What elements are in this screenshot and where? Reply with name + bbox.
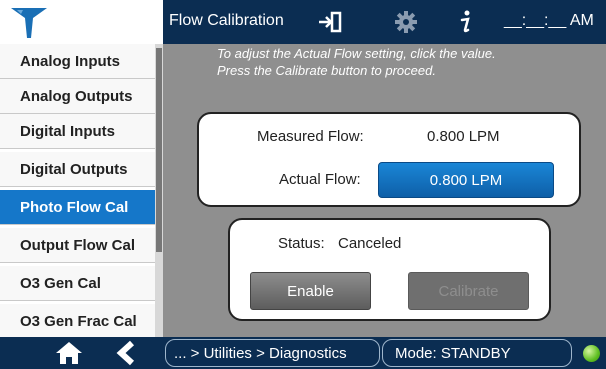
sidebar-item-label: Photo Flow Cal — [20, 198, 129, 216]
sidebar-scroll-thumb[interactable] — [156, 48, 162, 252]
login-button[interactable] — [315, 8, 345, 36]
back-icon — [116, 340, 135, 366]
main-content: To adjust the Actual Flow setting, click… — [163, 44, 606, 337]
settings-button[interactable] — [391, 8, 421, 36]
home-button[interactable] — [54, 340, 84, 366]
logo — [0, 0, 163, 44]
measured-flow-label: Measured Flow: — [257, 128, 364, 145]
home-icon — [56, 342, 82, 364]
gear-icon — [395, 11, 417, 33]
sidebar-item-label: O3 Gen Frac Cal — [20, 312, 137, 330]
flow-panel: Measured Flow: 0.800 LPM Actual Flow: 0.… — [197, 112, 581, 207]
login-icon — [319, 11, 342, 33]
logo-icon — [11, 8, 47, 38]
status-led-icon — [583, 345, 600, 362]
sidebar-item-analog-outputs[interactable]: Analog Outputs — [0, 79, 155, 114]
sidebar-item-photo-flow-cal[interactable]: Photo Flow Cal — [0, 190, 155, 225]
sidebar-item-output-flow-cal[interactable]: Output Flow Cal — [0, 228, 155, 263]
mode-indicator: Mode: STANDBY — [382, 339, 572, 367]
sidebar-item-digital-inputs[interactable]: Digital Inputs — [0, 114, 155, 149]
back-button[interactable] — [114, 340, 138, 366]
sidebar-item-digital-outputs[interactable]: Digital Outputs — [0, 152, 155, 187]
calibrate-button[interactable]: Calibrate — [408, 272, 529, 310]
info-button[interactable] — [451, 8, 481, 36]
sidebar-item-o3-gen-frac-cal[interactable]: O3 Gen Frac Cal — [0, 304, 155, 337]
actual-flow-label: Actual Flow: — [279, 171, 361, 188]
enable-button[interactable]: Enable — [250, 272, 371, 310]
actual-flow-value-button[interactable]: 0.800 LPM — [378, 162, 554, 198]
page-title: Flow Calibration — [169, 12, 284, 29]
sidebar-item-label: Digital Inputs — [20, 122, 115, 140]
sidebar-item-label: Digital Outputs — [20, 160, 128, 178]
status-label: Status: — [278, 235, 325, 252]
sidebar-item-label: Output Flow Cal — [20, 236, 135, 254]
status-panel: Status: Canceled Enable Calibrate — [228, 218, 551, 321]
measured-flow-value: 0.800 LPM — [427, 128, 500, 145]
clock-display: __:__:__ AM — [504, 12, 594, 29]
sidebar-item-label: Analog Outputs — [20, 87, 133, 105]
sidebar-menu: Analog Inputs Analog Outputs Digital Inp… — [0, 44, 163, 337]
title-bar: Flow Calibration __:__:__ AM — [163, 0, 606, 44]
status-value: Canceled — [338, 235, 402, 252]
sidebar-item-label: O3 Gen Cal — [20, 274, 101, 292]
sidebar-item-o3-gen-cal[interactable]: O3 Gen Cal — [0, 266, 155, 301]
breadcrumb[interactable]: ... > Utilities > Diagnostics — [165, 339, 380, 367]
instruction-line-1: To adjust the Actual Flow setting, click… — [217, 46, 496, 61]
footer-bar: ... > Utilities > Diagnostics Mode: STAN… — [0, 337, 606, 369]
sidebar-item-analog-inputs[interactable]: Analog Inputs — [0, 44, 155, 79]
instructions: To adjust the Actual Flow setting, click… — [217, 45, 496, 79]
info-icon — [460, 10, 470, 33]
instruction-line-2: Press the Calibrate button to proceed. — [217, 63, 436, 78]
sidebar-item-label: Analog Inputs — [20, 52, 120, 70]
